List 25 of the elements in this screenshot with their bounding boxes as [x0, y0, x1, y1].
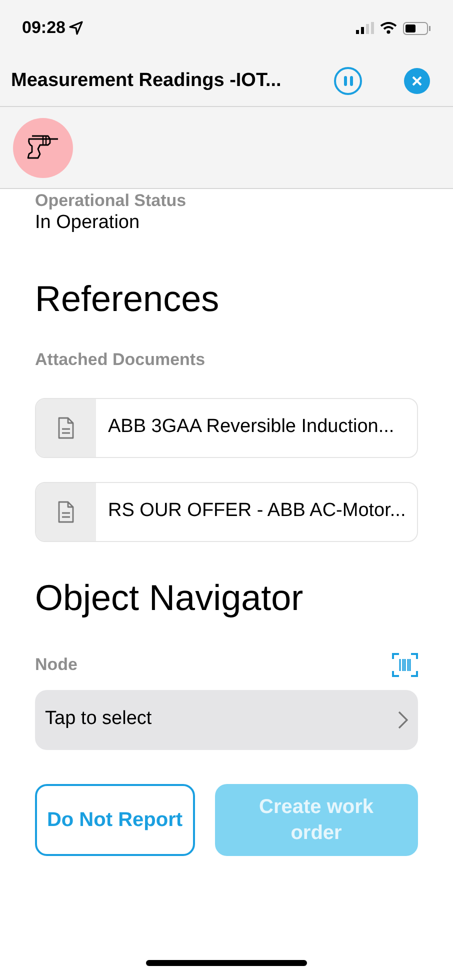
section-heading: References	[35, 277, 220, 321]
field-label: Operational Status	[35, 191, 188, 211]
document-icon	[57, 500, 75, 524]
document-item[interactable]: ABB 3GAA Reversible Induction...	[35, 398, 418, 458]
field-label: Node	[35, 654, 78, 676]
pause-button[interactable]	[334, 67, 362, 95]
signal-icon	[356, 22, 374, 34]
close-button[interactable]	[404, 68, 430, 94]
document-icon	[57, 416, 75, 440]
document-item[interactable]: RS OUR OFFER - ABB AC-Motor...	[35, 482, 418, 542]
wifi-icon	[380, 22, 397, 34]
section-subheading: Attached Documents	[35, 349, 206, 371]
document-name: RS OUR OFFER - ABB AC-Motor...	[108, 499, 406, 524]
location-icon	[69, 21, 84, 35]
section-heading: Object Navigator	[35, 576, 304, 620]
status-time: 09:28	[22, 17, 66, 40]
barcode-scan-button[interactable]	[392, 652, 418, 678]
battery-icon	[403, 22, 431, 34]
drill-icon	[26, 134, 60, 162]
chevron-icon	[398, 710, 408, 728]
field-value: In Operation	[35, 211, 141, 235]
document-name: ABB 3GAA Reversible Induction...	[108, 415, 394, 440]
window-title: Measurement Readings -IOT...	[11, 68, 282, 93]
node-selector[interactable]: Tap to select	[35, 690, 418, 750]
close-icon	[411, 75, 423, 87]
